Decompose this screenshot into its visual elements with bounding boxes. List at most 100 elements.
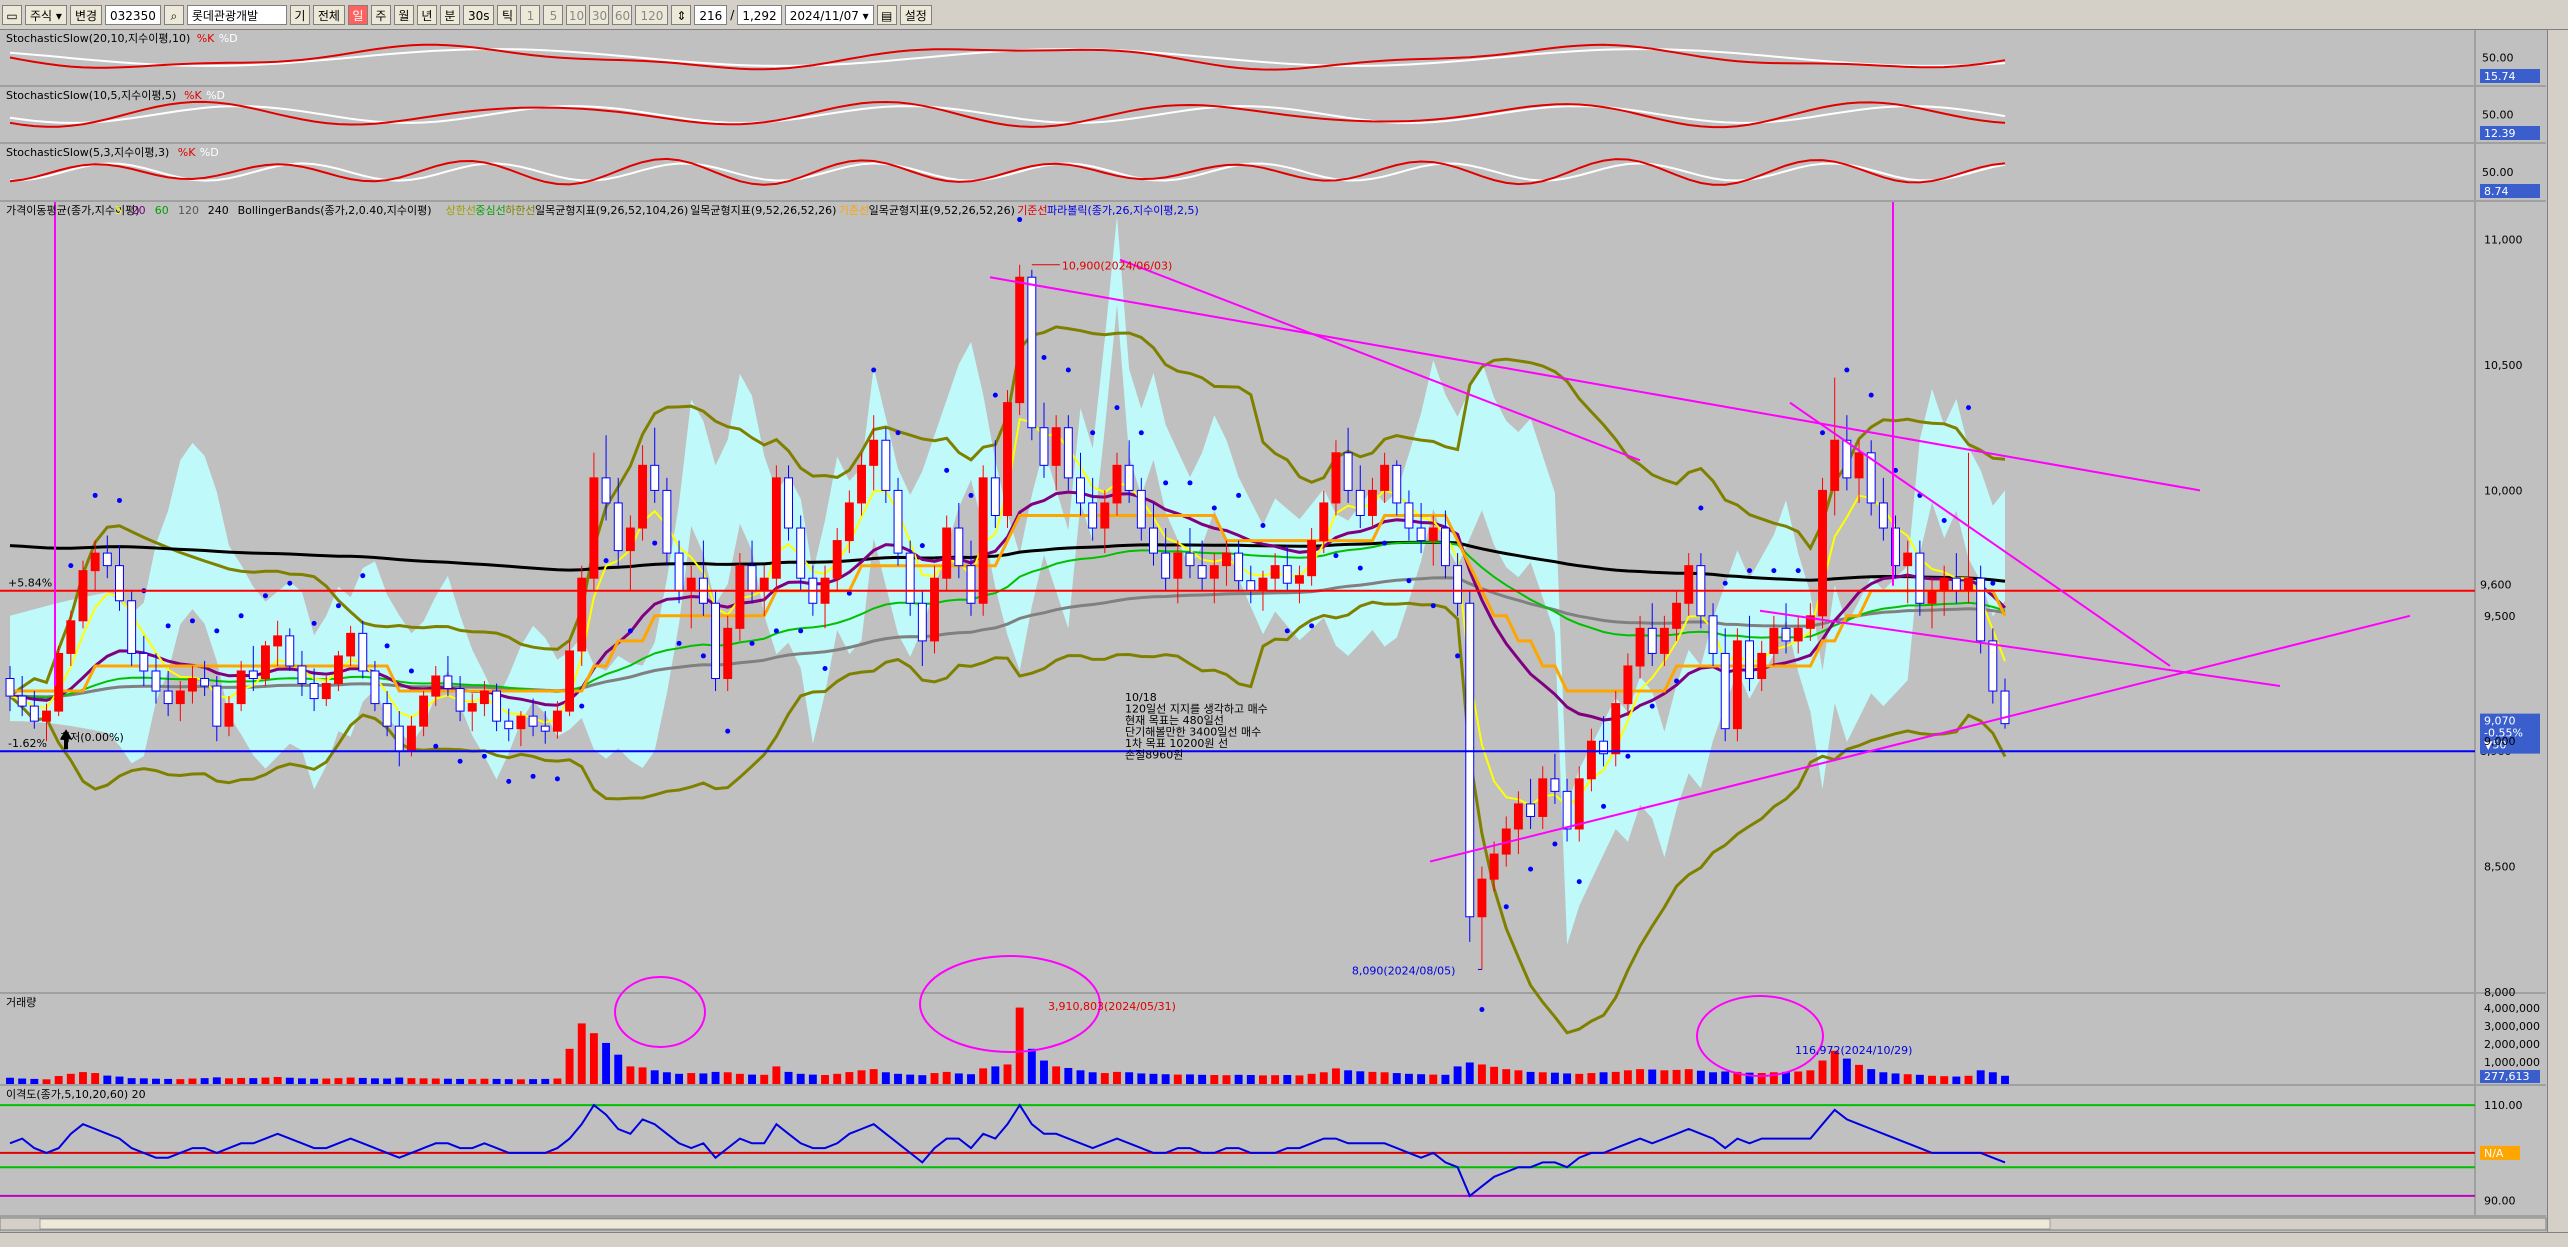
all-button[interactable]: 전체 [312, 4, 345, 25]
volume-bar [1344, 1070, 1353, 1084]
count-input[interactable]: 216 [694, 4, 728, 25]
candle-body [771, 477, 781, 579]
parabolic-dot [408, 668, 414, 674]
stoch3-k-label: %K [178, 146, 196, 159]
volume-bar [1696, 1070, 1705, 1084]
candle-body [1319, 502, 1329, 542]
parabolic-dot [1820, 430, 1826, 436]
volume-bar [1684, 1069, 1693, 1084]
change-button[interactable]: 변경 [69, 4, 103, 25]
parabolic-dot [1966, 405, 1972, 411]
candle-body [954, 527, 964, 567]
sec30-tab[interactable]: 30s [462, 4, 495, 25]
interval-120[interactable]: 120 [635, 4, 669, 25]
price-legend-12: 기준선 [839, 204, 869, 217]
volume-bar [310, 1078, 319, 1084]
volume-bar [894, 1073, 902, 1084]
volume-bar [188, 1078, 197, 1084]
chart-area[interactable]: StochasticSlow(20,10,지수이평,10) %K %D 50.00 15… [0, 30, 2568, 1232]
date-input[interactable]: 2024/11/07 ▾ [784, 4, 874, 25]
volume-bar [176, 1079, 185, 1084]
interval-60[interactable]: 60 [612, 4, 633, 25]
candle-body [479, 690, 489, 705]
volume-bar [1721, 1071, 1730, 1084]
status-bar [0, 1232, 2568, 1247]
parabolic-dot [798, 628, 804, 634]
candle-body [1124, 464, 1134, 491]
candle-body [1647, 627, 1657, 654]
parabolic-dot [384, 643, 390, 649]
parabolic-dot [1747, 568, 1753, 574]
stock-name-field[interactable]: 롯데관광개발 [186, 4, 287, 25]
stoch2-level-label: 50.00 [2482, 109, 2514, 122]
zoom-input[interactable]: 1,292 [737, 4, 782, 25]
stock-code-input[interactable]: 032350 [105, 4, 161, 25]
volume-bar [1137, 1073, 1146, 1084]
parabolic-dot [1868, 392, 1874, 398]
parabolic-dot [1479, 1007, 1485, 1013]
volume-bar [711, 1071, 720, 1084]
candle-body [1149, 527, 1158, 554]
candle-body [1331, 452, 1341, 504]
interval-5[interactable]: 5 [543, 4, 564, 25]
period-button[interactable]: 기 [289, 4, 310, 25]
candle-body [1830, 439, 1840, 491]
disparity-tick-1: 90.00 [2484, 1195, 2516, 1208]
volume-bar [516, 1079, 525, 1084]
volume-bar [237, 1077, 246, 1084]
settings-button[interactable]: 설정 [899, 4, 932, 25]
parabolic-dot [1163, 480, 1169, 486]
scrollbar-thumb[interactable] [39, 1218, 2051, 1230]
volume-bar [662, 1072, 671, 1084]
price-tick-0: 11,000 [2484, 234, 2523, 247]
interval-10[interactable]: 10 [566, 4, 587, 25]
week-tab[interactable]: 주 [370, 4, 391, 25]
volume-bar [1867, 1069, 1876, 1084]
parabolic-dot [335, 603, 341, 609]
search-icon[interactable]: ⌕ [163, 4, 184, 25]
candle-body [1684, 565, 1694, 604]
candle-body [735, 565, 745, 629]
stoch3-level-label: 50.00 [2482, 166, 2514, 179]
stoch3-title: StochasticSlow(5,3,지수이평,3) [6, 146, 169, 159]
volume-bar [1271, 1075, 1280, 1084]
volume-bar [419, 1078, 428, 1084]
candle-body [1392, 464, 1402, 504]
candle-body [139, 652, 149, 672]
parabolic-dot [822, 665, 828, 671]
parabolic-dot [1114, 405, 1120, 411]
stoch3-d-label: %D [200, 146, 219, 159]
volume-bar [1660, 1070, 1669, 1084]
volume-bar [492, 1078, 501, 1084]
volume-bar [334, 1078, 343, 1084]
volume-bar [1928, 1075, 1936, 1084]
interval-30[interactable]: 30 [589, 4, 610, 25]
minute-tab[interactable]: 분 [439, 4, 460, 25]
volume-bar [1818, 1060, 1827, 1084]
month-tab[interactable]: 월 [393, 4, 414, 25]
volume-bar [18, 1078, 27, 1084]
candle-body [297, 665, 307, 685]
parabolic-dot [481, 753, 487, 759]
market-select[interactable]: 주식 ▾ [25, 4, 67, 25]
volume-bar [808, 1074, 817, 1084]
volume-bar [1003, 1064, 1012, 1084]
parabolic-dot [700, 653, 706, 659]
candle-body [1708, 615, 1718, 654]
stoch2-title: StochasticSlow(10,5,지수이평,5) [6, 89, 176, 102]
layout-icon[interactable]: ▭ [2, 4, 22, 25]
candle-body [1550, 778, 1560, 792]
candle-body [382, 703, 392, 727]
candle-body [1672, 602, 1682, 629]
year-tab[interactable]: 년 [416, 4, 437, 25]
calendar-icon[interactable]: ▤ [876, 4, 897, 25]
candle-body [1404, 502, 1414, 529]
interval-1[interactable]: 1 [520, 4, 541, 25]
day-tab[interactable]: 일 [347, 4, 368, 25]
vertical-scrollbar[interactable] [2547, 30, 2568, 1232]
volume-bar [1441, 1074, 1450, 1084]
tick-tab[interactable]: 틱 [497, 4, 518, 25]
slash-separator: / [730, 7, 735, 22]
volume-bar [723, 1072, 732, 1084]
spin-icon[interactable]: ⇕ [671, 4, 692, 25]
